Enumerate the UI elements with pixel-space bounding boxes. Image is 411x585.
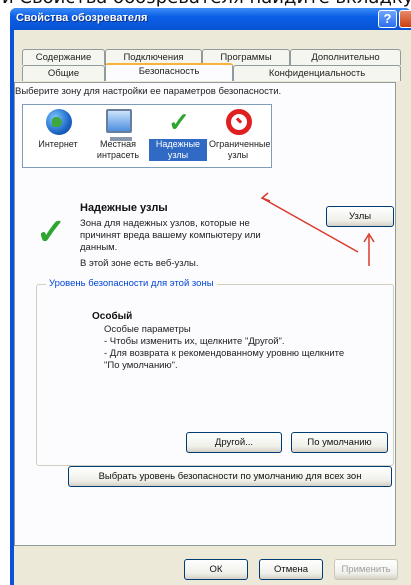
checkmark-icon: ✓ — [168, 107, 190, 137]
computer-icon — [106, 109, 132, 141]
tab-advanced[interactable]: Дополнительно — [290, 49, 401, 65]
selected-zone-note: В этой зоне есть веб-узлы. — [80, 258, 199, 269]
zone-restricted-sites[interactable]: Ограниченные узлы — [209, 107, 271, 165]
zone-label: Местная интрасеть — [96, 139, 140, 160]
tab-privacy[interactable]: Конфиденциальность — [233, 65, 401, 81]
title-bar: Свойства обозревателя ? — [10, 8, 411, 30]
security-level-legend: Уровень безопасности для этой зоны — [46, 278, 217, 289]
custom-level-button[interactable]: Другой... — [186, 432, 282, 453]
reset-all-zones-button[interactable]: Выбрать уровень безопасности по умолчани… — [68, 466, 392, 487]
zone-label: Ограниченные узлы — [209, 139, 271, 160]
security-level-title: Особый — [92, 311, 133, 322]
selected-zone-description: Зона для надежных узлов, которые не прич… — [80, 218, 261, 253]
zone-list: Интернет Местная интрасеть ✓ Надежные уз… — [22, 104, 272, 168]
selected-zone-title: Надежные узлы — [80, 202, 168, 214]
default-level-button[interactable]: По умолчанию — [291, 432, 388, 453]
sites-button[interactable]: Узлы — [326, 206, 394, 227]
globe-icon — [46, 109, 72, 135]
tab-general[interactable]: Общие — [22, 65, 105, 81]
tab-security[interactable]: Безопасность — [105, 63, 233, 81]
cancel-button[interactable]: Отмена — [259, 559, 323, 580]
close-button[interactable] — [399, 10, 411, 28]
zone-trusted-sites[interactable]: ✓ Надежные узлы — [149, 107, 207, 165]
security-level-description: Особые параметры - Чтобы изменить их, ще… — [104, 324, 345, 371]
no-entry-icon — [226, 109, 252, 135]
page-heading-fragment: и Свойства обозревателя найдите вкладку … — [0, 0, 411, 8]
tab-content[interactable]: Содержание — [22, 49, 105, 65]
apply-button[interactable]: Применить — [334, 559, 398, 580]
zone-label: Надежные узлы — [149, 139, 207, 161]
zone-prompt: Выберите зону для настройки ее параметро… — [15, 86, 282, 97]
trusted-zone-checkmark-icon: ✓ — [36, 211, 67, 252]
zone-internet[interactable]: Интернет — [29, 107, 87, 165]
zone-label: Интернет — [38, 139, 78, 149]
zone-local-intranet[interactable]: Местная интрасеть — [89, 107, 147, 165]
ok-button[interactable]: ОК — [184, 559, 248, 580]
help-button[interactable]: ? — [378, 10, 397, 28]
window-title: Свойства обозревателя — [16, 12, 148, 24]
